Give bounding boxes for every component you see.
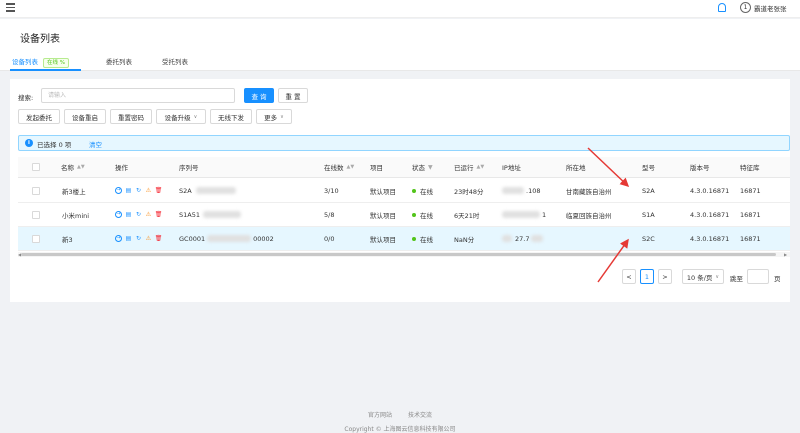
- arrow-to-model-s2c: [597, 238, 629, 283]
- copyright: Copyright © 上海图云信息科技有限公司: [344, 426, 456, 433]
- arrow-to-model-s2a: [587, 147, 630, 188]
- footer-links: 官方网站 技术交流: [0, 410, 800, 419]
- official-site-link[interactable]: 官方网站: [368, 412, 392, 419]
- tech-exchange-link[interactable]: 技术交流: [408, 412, 432, 419]
- annotation-arrows: [587, 147, 630, 283]
